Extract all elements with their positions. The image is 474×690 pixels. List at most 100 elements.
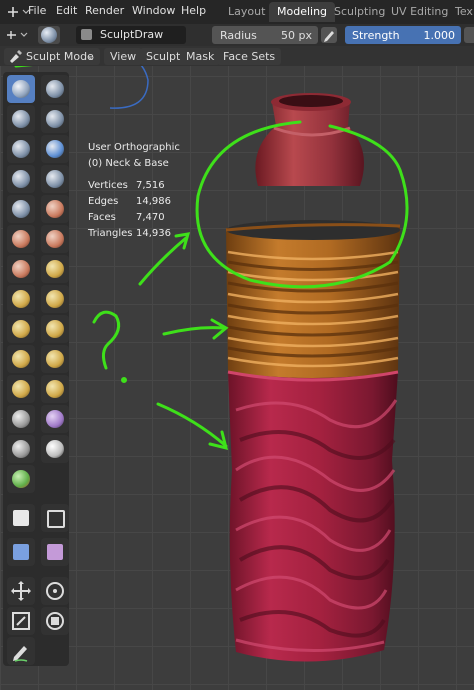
strength-pen-icon[interactable]: [464, 27, 474, 43]
tool-rotate[interactable]: [41, 375, 69, 403]
annotation-overlay: [14, 66, 409, 451]
blob-brush-icon: [46, 170, 64, 188]
annotate-pen-icon: [13, 646, 28, 662]
menu-window[interactable]: Window: [132, 4, 175, 17]
brush-preview-icon[interactable]: [38, 26, 60, 44]
mode-select[interactable]: Sculpt Mode ⌄: [4, 48, 100, 65]
object-name: (0) Neck & Base: [88, 158, 169, 169]
tool-multiplane-scrape[interactable]: [41, 255, 69, 283]
mask-brush-icon: [12, 470, 30, 488]
tool-rotate-transform[interactable]: [41, 577, 69, 605]
tool-box-trim[interactable]: [41, 538, 69, 566]
move-icon: [11, 581, 31, 601]
tool-clay[interactable]: [7, 105, 35, 133]
editor-type-icon[interactable]: [4, 3, 30, 21]
menu-file[interactable]: File: [28, 4, 46, 17]
tool-clay-thumb[interactable]: [7, 135, 35, 163]
tool-thumb[interactable]: [7, 345, 35, 373]
tool-grab[interactable]: [41, 285, 69, 313]
strength-value: 1.000: [423, 29, 456, 42]
menu-mask[interactable]: Mask: [180, 48, 221, 65]
draw-sharp-icon: [46, 80, 64, 98]
tool-elastic-deform[interactable]: [7, 315, 35, 343]
cloth-brush-icon: [12, 440, 30, 458]
box-face-set-icon: [13, 544, 29, 560]
circle-annotation: [195, 120, 409, 289]
tool-box-mask[interactable]: [7, 504, 35, 532]
thumb-brush-icon: [12, 350, 30, 368]
radius-field[interactable]: Radius 50 px: [212, 26, 318, 44]
smooth-brush-icon: [46, 200, 64, 218]
grab-brush-icon: [46, 290, 64, 308]
tab-uv-editing[interactable]: UV Editing: [383, 2, 456, 22]
tool-mask[interactable]: [7, 465, 35, 493]
tool-layer[interactable]: [41, 135, 69, 163]
tool-move[interactable]: [7, 577, 35, 605]
menu-help[interactable]: Help: [181, 4, 206, 17]
tool-pose[interactable]: [41, 345, 69, 373]
top-bar: File Edit Render Window Help Layout Mode…: [0, 0, 474, 24]
tool-fill[interactable]: [41, 225, 69, 253]
menu-view[interactable]: View: [104, 48, 143, 65]
tab-texture-paint[interactable]: Tex: [447, 2, 474, 22]
tool-simplify[interactable]: [41, 435, 69, 463]
rotate-brush-icon: [46, 380, 64, 398]
stat-edges: Edges 14,986: [88, 196, 171, 207]
tool-select-icon[interactable]: [4, 26, 32, 44]
nudge-brush-icon: [12, 380, 30, 398]
tool-blob[interactable]: [41, 165, 69, 193]
radius-value: 50 px: [281, 29, 312, 42]
3d-viewport[interactable]: User Orthographic (0) Neck & Base Vertic…: [0, 66, 474, 690]
brush-icon: [81, 29, 92, 40]
menu-render[interactable]: Render: [85, 4, 124, 17]
tool-draw[interactable]: [7, 75, 35, 103]
viewport-header: Sculpt Mode ⌄ View Sculpt Mask Face Sets: [0, 46, 474, 66]
draw-brush-icon: [12, 80, 30, 98]
tool-scale[interactable]: [7, 607, 35, 635]
tool-flatten[interactable]: [7, 225, 35, 253]
brush-datablock[interactable]: SculptDraw: [76, 26, 186, 44]
strength-label: Strength: [352, 29, 400, 42]
mode-label: Sculpt Mode: [26, 50, 94, 63]
tool-snake-hook[interactable]: [41, 315, 69, 343]
menu-edit[interactable]: Edit: [56, 4, 77, 17]
tool-smooth[interactable]: [41, 195, 69, 223]
tool-box-face-set[interactable]: [7, 538, 35, 566]
tool-slide-relax[interactable]: [7, 405, 35, 433]
menu-face-sets[interactable]: Face Sets: [217, 48, 282, 65]
tool-nudge[interactable]: [7, 375, 35, 403]
tool-box-hide[interactable]: [41, 504, 69, 532]
box-hide-icon: [47, 510, 65, 528]
snake-hook-icon: [46, 320, 64, 338]
tool-transform[interactable]: [41, 607, 69, 635]
stat-faces: Faces 7,470: [88, 212, 165, 223]
viewport-stats: User Orthographic (0) Neck & Base Vertic…: [88, 140, 180, 242]
pressure-pen-icon[interactable]: [321, 27, 337, 43]
tool-draw-sharp[interactable]: [41, 75, 69, 103]
rotate-icon: [46, 582, 64, 600]
strength-field[interactable]: Strength 1.000: [345, 26, 461, 44]
sculpt-toolbar: [3, 72, 69, 666]
pose-brush-icon: [46, 350, 64, 368]
tool-crease[interactable]: [7, 195, 35, 223]
radius-label: Radius: [220, 29, 257, 42]
pinch-brush-icon: [12, 290, 30, 308]
fill-brush-icon: [46, 230, 64, 248]
tool-pinch[interactable]: [7, 285, 35, 313]
scale-icon: [12, 612, 30, 630]
arrow-annotation-3: [156, 402, 229, 451]
slide-relax-icon: [12, 410, 30, 428]
tool-cloth[interactable]: [7, 435, 35, 463]
tool-scrape[interactable]: [7, 255, 35, 283]
tool-clay-strips[interactable]: [41, 105, 69, 133]
transform-icon: [46, 612, 64, 630]
crease-brush-icon: [12, 200, 30, 218]
tool-boundary[interactable]: [41, 405, 69, 433]
tool-inflate[interactable]: [7, 165, 35, 193]
clay-brush-icon: [12, 110, 30, 128]
clay-strips-icon: [46, 110, 64, 128]
view-name: User Orthographic: [88, 142, 180, 153]
tab-layout[interactable]: Layout: [220, 2, 273, 22]
chevron-down-icon: ⌄: [86, 50, 96, 63]
tool-annotate[interactable]: [7, 637, 35, 665]
